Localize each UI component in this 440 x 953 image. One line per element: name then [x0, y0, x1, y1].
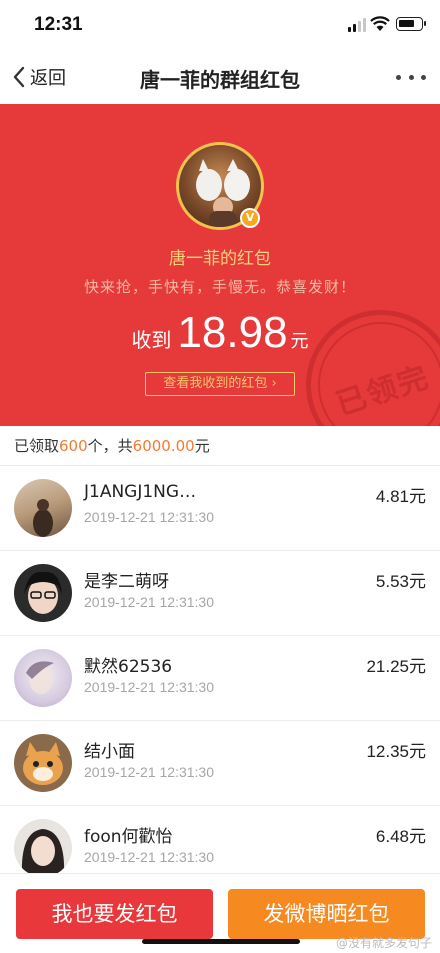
wifi-icon: [370, 16, 390, 31]
more-horizontal-icon: [396, 74, 401, 80]
summary-suffix: 元: [194, 437, 210, 455]
summary-prefix: 已领取: [14, 437, 60, 455]
list-item[interactable]: J1ANGJ1NG… 2019-12-21 12:31:30 4.81元: [0, 466, 440, 551]
nav-bar: 返回 唐一菲的群组红包: [0, 50, 440, 104]
bottom-action-bar: 我也要发红包 发微博晒红包 @没有就多发句子: [0, 873, 440, 953]
back-button[interactable]: 返回: [12, 64, 66, 90]
avatar: [14, 479, 72, 537]
received-prefix: 收到: [131, 328, 172, 352]
avatar: [14, 819, 72, 877]
record-name: foon何歡怡: [84, 827, 173, 847]
record-amount: 4.81元: [375, 487, 426, 506]
list-item[interactable]: 结小面 2019-12-21 12:31:30 12.35元: [0, 721, 440, 806]
avatar: [14, 649, 72, 707]
record-time: 2019-12-21 12:31:30: [84, 594, 214, 610]
status-bar: 12:31: [0, 0, 440, 50]
watermark: @没有就多发句子: [335, 936, 432, 950]
red-packet-header: 已领完 V 唐一菲的红包 快来抢，手快有，手慢无。恭喜发财！ 收到 18.98 …: [0, 104, 440, 426]
avatar: [14, 564, 72, 622]
sender-name: 唐一菲的红包: [169, 249, 271, 269]
record-time: 2019-12-21 12:31:30: [84, 849, 214, 865]
summary-mid: 个，共: [87, 437, 133, 455]
summary-total: 6000.00: [132, 437, 195, 455]
view-received-link[interactable]: 查看我收到的红包 ›: [145, 372, 295, 396]
more-button[interactable]: [396, 72, 426, 82]
home-indicator[interactable]: [142, 939, 300, 944]
record-time: 2019-12-21 12:31:30: [84, 679, 214, 695]
record-time: 2019-12-21 12:31:30: [84, 764, 214, 780]
record-name: 默然62536: [84, 657, 173, 677]
summary-count: 600: [59, 437, 88, 455]
battery-icon: [396, 17, 426, 31]
record-time: 2019-12-21 12:31:30: [84, 509, 214, 525]
cellular-signal-icon: [348, 18, 368, 32]
record-amount: 6.48元: [375, 827, 426, 846]
page-title: 唐一菲的群组红包: [140, 68, 300, 92]
list-item[interactable]: 默然62536 2019-12-21 12:31:30 21.25元: [0, 636, 440, 721]
verified-badge-icon: V: [240, 208, 260, 228]
record-name: J1ANGJ1NG…: [84, 482, 197, 502]
received-amount-row: 收到 18.98 元: [0, 308, 440, 358]
list-item[interactable]: 是李二萌呀 2019-12-21 12:31:30 5.53元: [0, 551, 440, 636]
record-name: 是李二萌呀: [84, 572, 169, 592]
record-amount: 5.53元: [375, 572, 426, 591]
blessing-text: 快来抢，手快有，手慢无。恭喜发财！: [83, 278, 356, 296]
claim-summary: 已领取600个，共6000.00元: [0, 426, 440, 466]
record-name: 结小面: [84, 742, 135, 762]
record-amount: 21.25元: [366, 657, 426, 676]
record-amount: 12.35元: [366, 742, 426, 761]
received-unit: 元: [290, 331, 309, 352]
received-amount: 18.98: [177, 308, 288, 357]
back-label: 返回: [30, 68, 66, 89]
status-time: 12:31: [34, 14, 83, 35]
send-red-packet-button[interactable]: 我也要发红包: [16, 889, 213, 939]
chevron-left-icon: [13, 66, 25, 88]
share-to-weibo-button[interactable]: 发微博晒红包: [228, 889, 425, 939]
avatar: [14, 734, 72, 792]
